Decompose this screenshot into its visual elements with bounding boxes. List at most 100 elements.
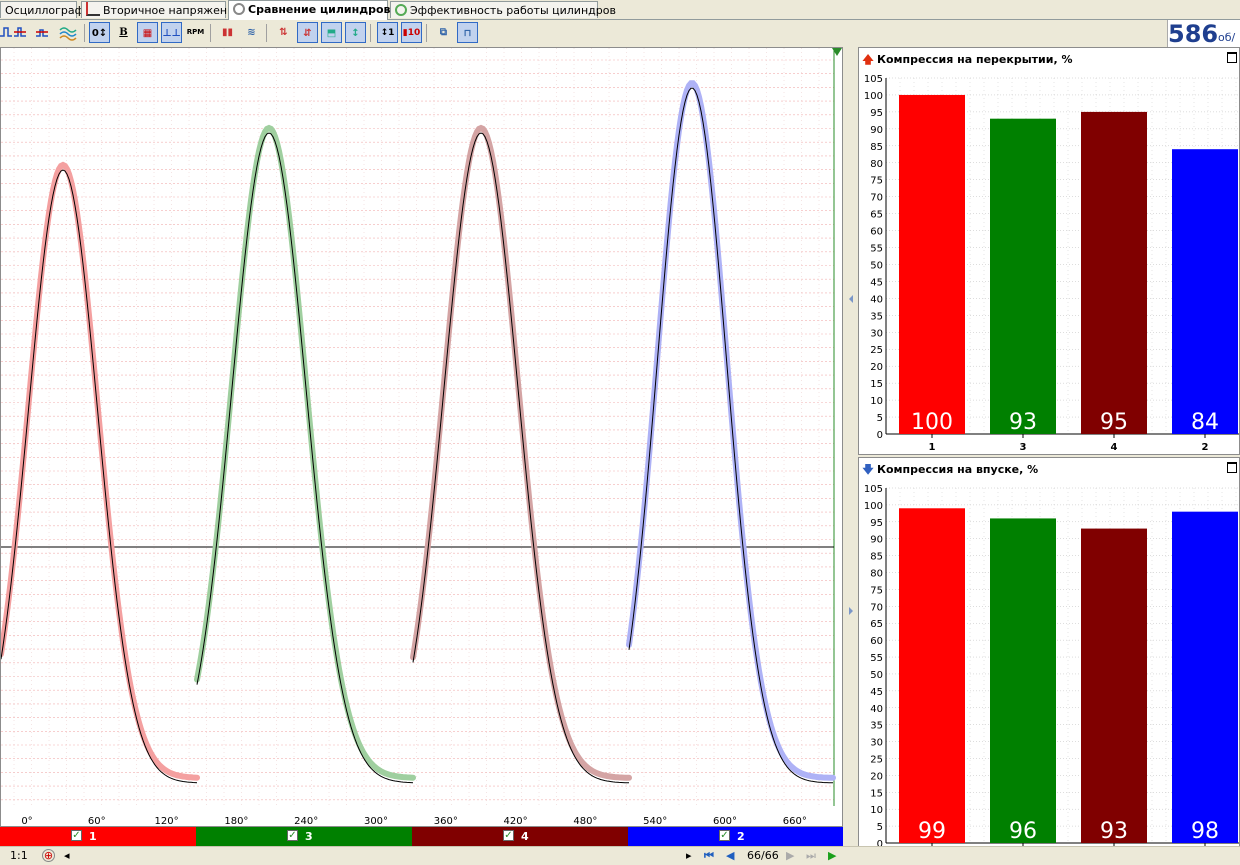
- reference-trace: [196, 132, 414, 784]
- next-frame-icon[interactable]: ▶: [786, 849, 794, 863]
- rpm-gauge-button[interactable]: RPM: [185, 22, 206, 43]
- waveform-plot[interactable]: 0° 60° 120° 180° 240° 300° 360° 420° 480° 540° 600…: [1, 48, 842, 826]
- y-tick-label: 40: [870, 294, 883, 305]
- scroll-left-icon[interactable]: ◂: [64, 849, 70, 863]
- cylinder-toggle-1[interactable]: ✓ 1: [0, 827, 196, 846]
- y-tick-label: 60: [870, 227, 883, 238]
- vertical-scale-button[interactable]: ↕: [345, 22, 366, 43]
- tab-secondary-voltage[interactable]: Вторичное напряжение: [81, 1, 241, 18]
- waves-button[interactable]: ≋: [241, 22, 262, 43]
- separator: [84, 24, 85, 42]
- tab-label: Эффективность работы цилиндров: [410, 4, 616, 17]
- panel-splitter[interactable]: [843, 47, 858, 864]
- x-tick-label: 360°: [434, 816, 458, 826]
- checkbox-icon[interactable]: ✓: [719, 830, 730, 841]
- y-tick-label: 30: [870, 328, 883, 339]
- y-tick-label: 30: [870, 738, 883, 749]
- tab-cylinder-comparison[interactable]: Сравнение цилиндров: [228, 0, 391, 20]
- cylinder-toggle-2[interactable]: ✓ 2: [628, 827, 843, 846]
- y-tick-label: 80: [870, 569, 883, 580]
- y-tick-label: 65: [870, 619, 883, 630]
- x-tick-label: 420°: [504, 816, 528, 826]
- x-tick-label: 240°: [294, 816, 318, 826]
- bar-value-button[interactable]: ▮10: [401, 22, 422, 43]
- scale-toggle-button[interactable]: 0↕: [89, 22, 110, 43]
- tab-cylinder-efficiency[interactable]: Эффективность работы цилиндров: [390, 1, 616, 18]
- rpm-unit: об/: [1218, 31, 1236, 44]
- bar-value-label: 93: [1009, 410, 1037, 435]
- x-tick-label: 1: [929, 442, 936, 453]
- first-frame-icon[interactable]: ⏮: [704, 849, 714, 863]
- last-frame-icon[interactable]: ⏭: [806, 849, 816, 863]
- y-tick-label: 85: [870, 552, 883, 563]
- previous-frame-icon[interactable]: ◀: [726, 849, 734, 863]
- reference-trace: [1, 169, 198, 784]
- rpm-value: 586: [1168, 20, 1219, 48]
- y-tick-label: 20: [870, 771, 883, 782]
- tab-label: Сравнение цилиндров: [248, 3, 391, 16]
- y-tick-label: 5: [877, 822, 883, 833]
- copy-button[interactable]: ⧉: [433, 22, 454, 43]
- export-button[interactable]: ⊓: [457, 22, 478, 43]
- cylinder-trace: [410, 124, 632, 781]
- separator: [370, 24, 371, 42]
- x-tick-label: 2: [1202, 442, 1209, 453]
- y-tick-label: 70: [870, 193, 883, 204]
- cylinder-trace: [1, 161, 200, 781]
- checkbox-icon[interactable]: ✓: [71, 830, 82, 841]
- maximize-icon[interactable]: [1227, 52, 1237, 63]
- reference-trace: [412, 132, 630, 784]
- x-tick-label: 300°: [364, 816, 388, 826]
- x-tick-label: 4: [1111, 442, 1118, 453]
- separator: [426, 24, 427, 42]
- secondary-voltage-icon: [86, 2, 100, 16]
- tab-label: Вторичное напряжение: [103, 4, 242, 17]
- tab-label: Осциллограф: [5, 4, 85, 17]
- zoom-reset-icon[interactable]: ⊕: [42, 849, 55, 862]
- align-button[interactable]: ⬒: [321, 22, 342, 43]
- cylinder-toggle-4[interactable]: ✓ 4: [412, 827, 628, 846]
- y-tick-label: 90: [870, 535, 883, 546]
- play-icon[interactable]: ▶: [828, 849, 836, 863]
- bar: [1172, 511, 1238, 843]
- marker-button[interactable]: ⇅: [273, 22, 294, 43]
- overlay-bars-button[interactable]: ▦: [137, 22, 158, 43]
- y-tick-label: 40: [870, 704, 883, 715]
- bar: [990, 118, 1056, 434]
- overlay-lines-button[interactable]: ⊥⊥: [161, 22, 182, 43]
- cursor-button[interactable]: ⇵: [297, 22, 318, 43]
- y-tick-label: 75: [870, 176, 883, 187]
- cylinder-label: 4: [521, 830, 529, 843]
- y-tick-label: 80: [870, 159, 883, 170]
- y-tick-label: 15: [870, 788, 883, 799]
- overlap-compression-chart: 0 5 10 15 20 25 30 35 40 45 50 55 60 65 70 75 80 85 90 95 10…: [864, 74, 1239, 453]
- separator: [266, 24, 267, 42]
- y-tick-label: 95: [870, 518, 883, 529]
- tab-oscilloscope[interactable]: Осциллограф: [0, 1, 84, 18]
- bar-value-label: 84: [1191, 410, 1219, 435]
- bar-value-label: 96: [1009, 819, 1037, 844]
- cylinder-toggle-3[interactable]: ✓ 3: [196, 827, 412, 846]
- cylinder-label: 1: [89, 830, 97, 843]
- overlap-compression-panel: 🡅 Компрессия на перекрытии, % 0 5 10 15 20 25 3…: [858, 47, 1240, 455]
- y-tick-label: 65: [870, 210, 883, 221]
- sort-button[interactable]: ↕1: [377, 22, 398, 43]
- waveform-panel: 0° 60° 120° 180° 240° 300° 360° 420° 480° 540° 600…: [0, 47, 843, 827]
- collapse-right-icon[interactable]: [849, 607, 853, 615]
- collapse-left-icon[interactable]: [849, 295, 853, 303]
- y-tick-label: 90: [870, 125, 883, 136]
- scroll-right-icon[interactable]: ▸: [686, 849, 692, 863]
- x-tick-label: 540°: [643, 816, 667, 826]
- checkbox-icon[interactable]: ✓: [503, 830, 514, 841]
- x-tick-label: 180°: [224, 816, 248, 826]
- bar-value-label: 95: [1100, 410, 1128, 435]
- y-tick-label: 75: [870, 585, 883, 596]
- bar-chart-button[interactable]: ▮▮: [217, 22, 238, 43]
- checkbox-icon[interactable]: ✓: [287, 830, 298, 841]
- y-tick-label: 25: [870, 754, 883, 765]
- y-tick-label: 10: [870, 805, 883, 816]
- maximize-icon[interactable]: [1227, 462, 1237, 473]
- bold-button[interactable]: B: [113, 22, 134, 43]
- intake-compression-chart: 0510152025303540455055606570758085909510…: [864, 484, 1239, 862]
- y-tick-label: 20: [870, 362, 883, 373]
